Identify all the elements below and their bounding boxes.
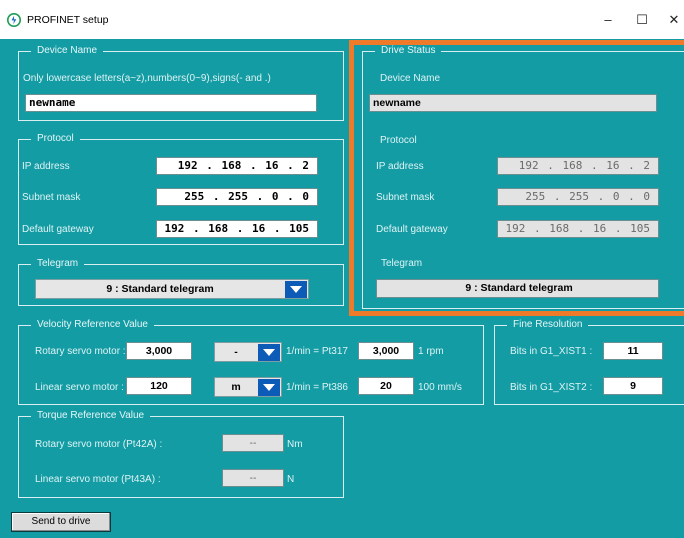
torque-legend: Torque Reference Value [31,410,151,422]
xist2-input[interactable]: 9 [603,377,663,395]
close-button[interactable]: ✕ [660,9,684,31]
velocity-rotary-param-unit: 1 rpm [418,346,444,357]
velocity-linear-unit-text: 1/min = Pt386 [286,382,348,393]
torque-linear-unit: N [287,474,295,485]
default-gateway-label: Default gateway [22,224,94,235]
send-to-drive-button[interactable]: Send to drive [11,512,111,532]
velocity-linear-unit-value: m [231,381,241,393]
velocity-rotary-input[interactable]: 3,000 [126,342,192,360]
device-name-hint: Only lowercase letters(a~z),numbers(0~9)… [23,73,271,84]
velocity-linear-param-value[interactable]: 20 [358,377,414,395]
maximize-button[interactable]: ☐ [628,9,656,31]
device-name-input[interactable]: newname [25,94,317,112]
dialog-body: Device Name Only lowercase letters(a~z),… [0,39,684,538]
drive-status-highlight [349,40,684,316]
velocity-rotary-unit-value: - [234,346,238,358]
fine-resolution-legend: Fine Resolution [507,319,589,331]
subnet-mask-label: Subnet mask [22,192,81,203]
chevron-down-icon[interactable] [258,379,280,396]
torque-rotary-label: Rotary servo motor (Pt42A) : [35,439,163,450]
torque-linear-label: Linear servo motor (Pt43A) : [35,474,161,485]
xist2-label: Bits in G1_XIST2 : [510,382,593,393]
protocol-legend: Protocol [31,133,80,145]
velocity-rotary-param-value[interactable]: 3,000 [358,342,414,360]
torque-rotary-value: -- [222,434,284,452]
default-gateway-input[interactable]: 192 . 168 . 16 . 105 [156,220,318,238]
velocity-linear-input[interactable]: 120 [126,377,192,395]
torque-rotary-unit: Nm [287,439,303,450]
minimize-button[interactable]: – [594,9,622,31]
telegram-select[interactable]: 9 : Standard telegram [35,279,309,299]
velocity-legend: Velocity Reference Value [31,319,154,331]
velocity-rotary-unit-text: 1/min = Pt317 [286,346,348,357]
subnet-mask-input[interactable]: 255 . 255 . 0 . 0 [156,188,318,206]
xist1-input[interactable]: 11 [603,342,663,360]
chevron-down-icon[interactable] [258,344,280,361]
xist1-label: Bits in G1_XIST1 : [510,346,593,357]
telegram-select-value: 9 : Standard telegram [106,283,214,295]
velocity-linear-param-unit: 100 mm/s [418,382,462,393]
torque-linear-value: -- [222,469,284,487]
ip-address-input[interactable]: 192 . 168 . 16 . 2 [156,157,318,175]
device-name-legend: Device Name [31,45,104,57]
chevron-down-icon[interactable] [285,281,307,298]
velocity-rotary-unit-select[interactable]: - [214,342,282,362]
app-icon [7,13,21,27]
title-bar: PROFINET setup – ☐ ✕ [0,0,684,39]
velocity-rotary-label: Rotary servo motor : [35,346,126,357]
ip-address-label: IP address [22,161,70,172]
window-title: PROFINET setup [27,14,109,26]
velocity-linear-unit-select[interactable]: m [214,377,282,397]
telegram-legend: Telegram [31,258,85,270]
velocity-linear-label: Linear servo motor : [35,382,124,393]
